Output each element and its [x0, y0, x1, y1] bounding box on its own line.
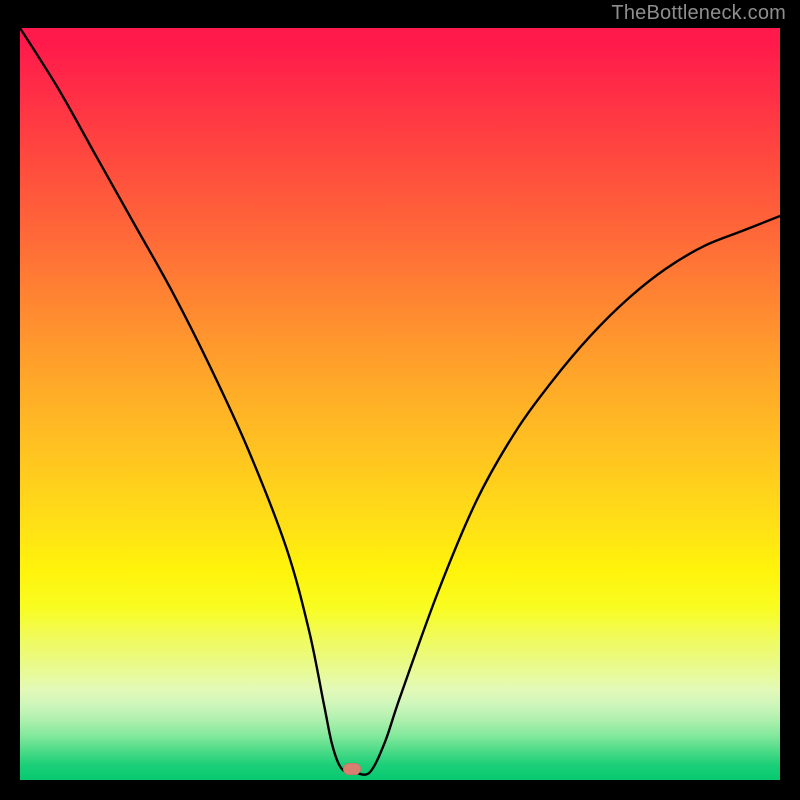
plot-area — [20, 28, 780, 780]
optimal-marker — [343, 763, 361, 775]
bottleneck-curve — [20, 28, 780, 780]
chart-frame: TheBottleneck.com — [0, 0, 800, 800]
attribution-text: TheBottleneck.com — [611, 2, 786, 25]
